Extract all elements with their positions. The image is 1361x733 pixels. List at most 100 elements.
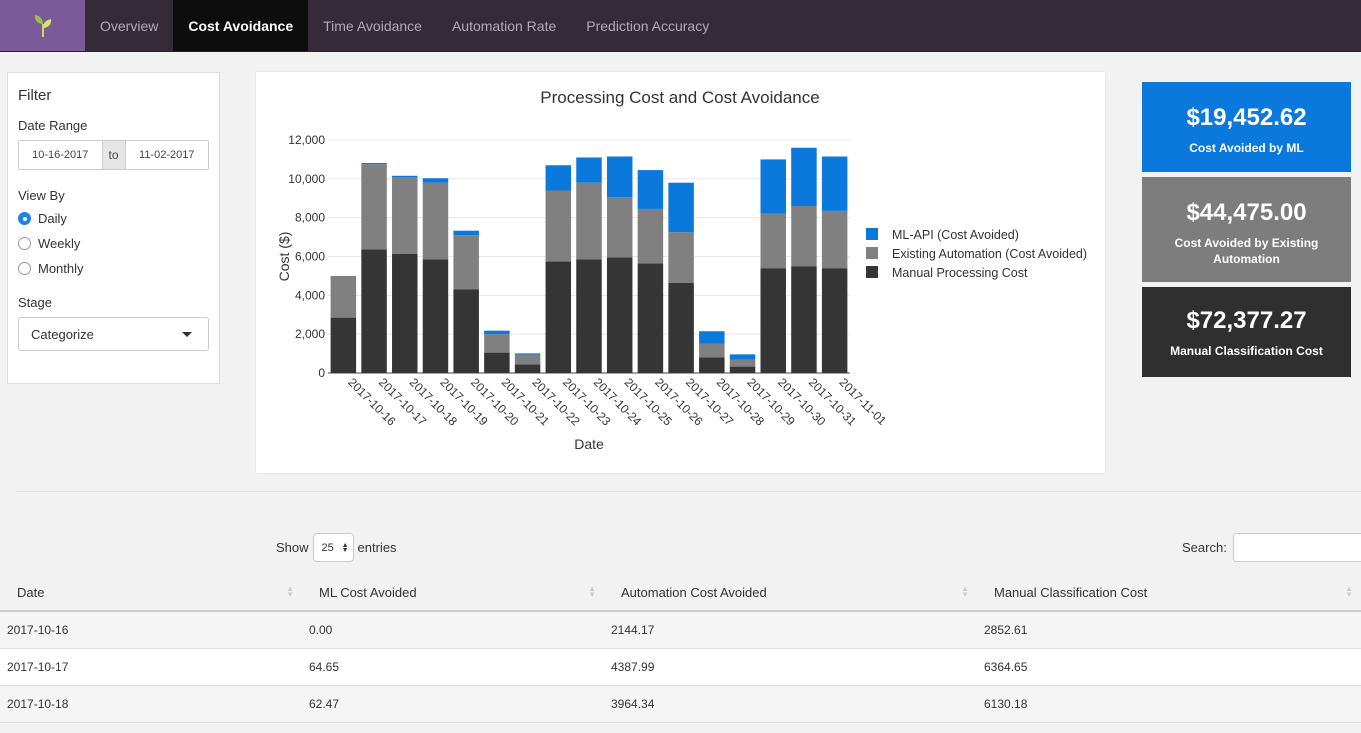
- bar-segment: [392, 176, 418, 254]
- bar-segment: [668, 182, 694, 233]
- filter-panel: Filter Date Range 10-16-2017 to 11-02-20…: [7, 72, 220, 384]
- cell-automation-cost: 2144.17: [611, 623, 655, 637]
- sort-icon: ▲ ▼: [588, 584, 596, 599]
- bar-segment: [791, 147, 817, 207]
- legend-label: Manual Processing Cost: [892, 266, 1028, 280]
- chart-card: Processing Cost and Cost Avoidance 0 2,000…: [256, 72, 1105, 473]
- bar-segment: [821, 210, 848, 269]
- bar-segment: [514, 353, 541, 355]
- bar-segment: [729, 366, 756, 373]
- entries-select[interactable]: 25 ▲ ▼: [312, 533, 354, 562]
- tab-automation-rate[interactable]: Automation Rate: [437, 0, 571, 51]
- bar-segment: [791, 206, 817, 267]
- bar-segment: [637, 208, 664, 264]
- view-by-daily-radio[interactable]: Daily: [18, 210, 209, 227]
- y-tick-label: 10,000: [288, 172, 325, 186]
- table-row[interactable]: 2017-10-17 64.65 4387.99 6364.65: [0, 649, 1361, 686]
- bar-segment: [637, 263, 664, 373]
- logo[interactable]: [0, 0, 85, 51]
- view-by-label: View By: [18, 188, 65, 203]
- bar-segment: [361, 162, 387, 165]
- date-range-separator: to: [101, 141, 126, 169]
- end-date-input[interactable]: 11-02-2017: [125, 141, 208, 169]
- bar-segment: [576, 182, 602, 260]
- bar-segment: [729, 354, 756, 360]
- view-by-weekly-radio[interactable]: Weekly: [18, 235, 209, 252]
- column-header-manual-cost[interactable]: Manual Classification Cost ▲ ▼: [977, 574, 1361, 610]
- legend-label: ML-API (Cost Avoided): [892, 228, 1019, 242]
- column-header-label: Automation Cost Avoided: [621, 584, 767, 600]
- y-tick-label: 12,000: [288, 133, 325, 147]
- bar-segment: [545, 190, 572, 262]
- filter-title: Filter: [18, 87, 52, 104]
- sort-icon: ▲ ▼: [961, 584, 969, 599]
- bar-segment: [606, 257, 633, 373]
- cell-date: 2017-10-18: [7, 697, 69, 711]
- tab-overview[interactable]: Overview: [85, 0, 173, 51]
- bar-segment: [699, 357, 725, 373]
- bar-segment: [760, 268, 786, 373]
- radio-unselected-icon: [18, 237, 31, 250]
- table-row[interactable]: 2017-10-16 0.00 2144.17 2852.61: [0, 612, 1361, 649]
- top-navbar: Overview Cost Avoidance Time Avoidance A…: [0, 0, 1361, 52]
- bar-segment: [668, 232, 694, 283]
- show-label: Show: [276, 540, 309, 555]
- bar-segment: [760, 159, 786, 214]
- stage-select-value: Categorize: [31, 326, 94, 342]
- date-range-label: Date Range: [18, 118, 88, 133]
- view-by-monthly-label: Monthly: [38, 261, 84, 276]
- radio-unselected-icon: [18, 262, 31, 275]
- tab-cost-avoidance[interactable]: Cost Avoidance: [173, 0, 309, 51]
- cell-manual-cost: 6130.18: [984, 697, 1028, 711]
- cell-ml-cost: 64.65: [309, 660, 340, 674]
- kpi-existing-automation: $44,475.00 Cost Avoided by Existing Auto…: [1142, 177, 1351, 282]
- stage-select[interactable]: Categorize: [18, 317, 209, 351]
- y-tick-label: 2,000: [295, 327, 325, 341]
- kpi-manual-label: Manual Classification Cost: [1170, 344, 1323, 358]
- kpi-existing-value: $44,475.00: [1186, 199, 1307, 226]
- entries-label: entries: [357, 540, 397, 555]
- tab-time-avoidance[interactable]: Time Avoidance: [308, 0, 437, 51]
- bar-segment: [484, 330, 510, 335]
- y-tick-label: 4,000: [295, 288, 325, 302]
- table-search: Search:: [1182, 533, 1361, 562]
- kpi-ml-cost-avoided: $19,452.62 Cost Avoided by ML: [1142, 82, 1351, 172]
- legend-swatch: [866, 266, 878, 278]
- bar-segment: [821, 156, 848, 211]
- bar-segment: [576, 157, 602, 183]
- view-by-monthly-radio[interactable]: Monthly: [18, 260, 209, 277]
- table-row[interactable]: 2017-10-18 62.47 3964.34 6130.18: [0, 686, 1361, 723]
- date-range-input: 10-16-2017 to 11-02-2017: [18, 140, 209, 170]
- bar-segment: [453, 289, 479, 373]
- cost-chart: Processing Cost and Cost Avoidance 0 2,000…: [276, 88, 1087, 452]
- chart-title: Processing Cost and Cost Avoidance: [540, 88, 819, 107]
- cell-ml-cost: 62.47: [309, 697, 340, 711]
- bar-segment: [606, 156, 633, 198]
- legend-swatch: [866, 247, 878, 259]
- legend-label: Existing Automation (Cost Avoided): [892, 247, 1087, 261]
- search-input[interactable]: [1232, 533, 1361, 562]
- column-header-ml-cost[interactable]: ML Cost Avoided ▲ ▼: [302, 574, 604, 610]
- column-header-label: ML Cost Avoided: [319, 584, 417, 600]
- column-header-label: Manual Classification Cost: [994, 584, 1148, 600]
- sort-icon: ▲ ▼: [286, 584, 294, 599]
- tab-prediction-accuracy[interactable]: Prediction Accuracy: [571, 0, 724, 51]
- column-header-date[interactable]: Date ▲ ▼: [0, 574, 302, 610]
- y-axis-label: Cost ($): [276, 232, 292, 282]
- start-date-input[interactable]: 10-16-2017: [19, 141, 102, 169]
- column-header-automation-cost[interactable]: Automation Cost Avoided ▲ ▼: [604, 574, 977, 610]
- bar-segment: [606, 197, 633, 258]
- bar-segment: [484, 352, 510, 373]
- bar-segment: [699, 343, 725, 358]
- entries-length-control: Show 25 ▲ ▼ entries: [276, 533, 397, 562]
- section-divider: [16, 491, 1361, 492]
- column-header-label: Date: [17, 584, 45, 600]
- bar-segment: [668, 282, 694, 373]
- kpi-ml-value: $19,452.62: [1186, 104, 1307, 131]
- kpi-manual-cost: $72,377.27 Manual Classification Cost: [1142, 287, 1351, 377]
- cell-automation-cost: 3964.34: [611, 697, 655, 711]
- bar-segment: [514, 364, 541, 373]
- bar-segment: [361, 164, 387, 250]
- x-axis-label: Date: [574, 436, 604, 452]
- bar-segment: [330, 317, 357, 373]
